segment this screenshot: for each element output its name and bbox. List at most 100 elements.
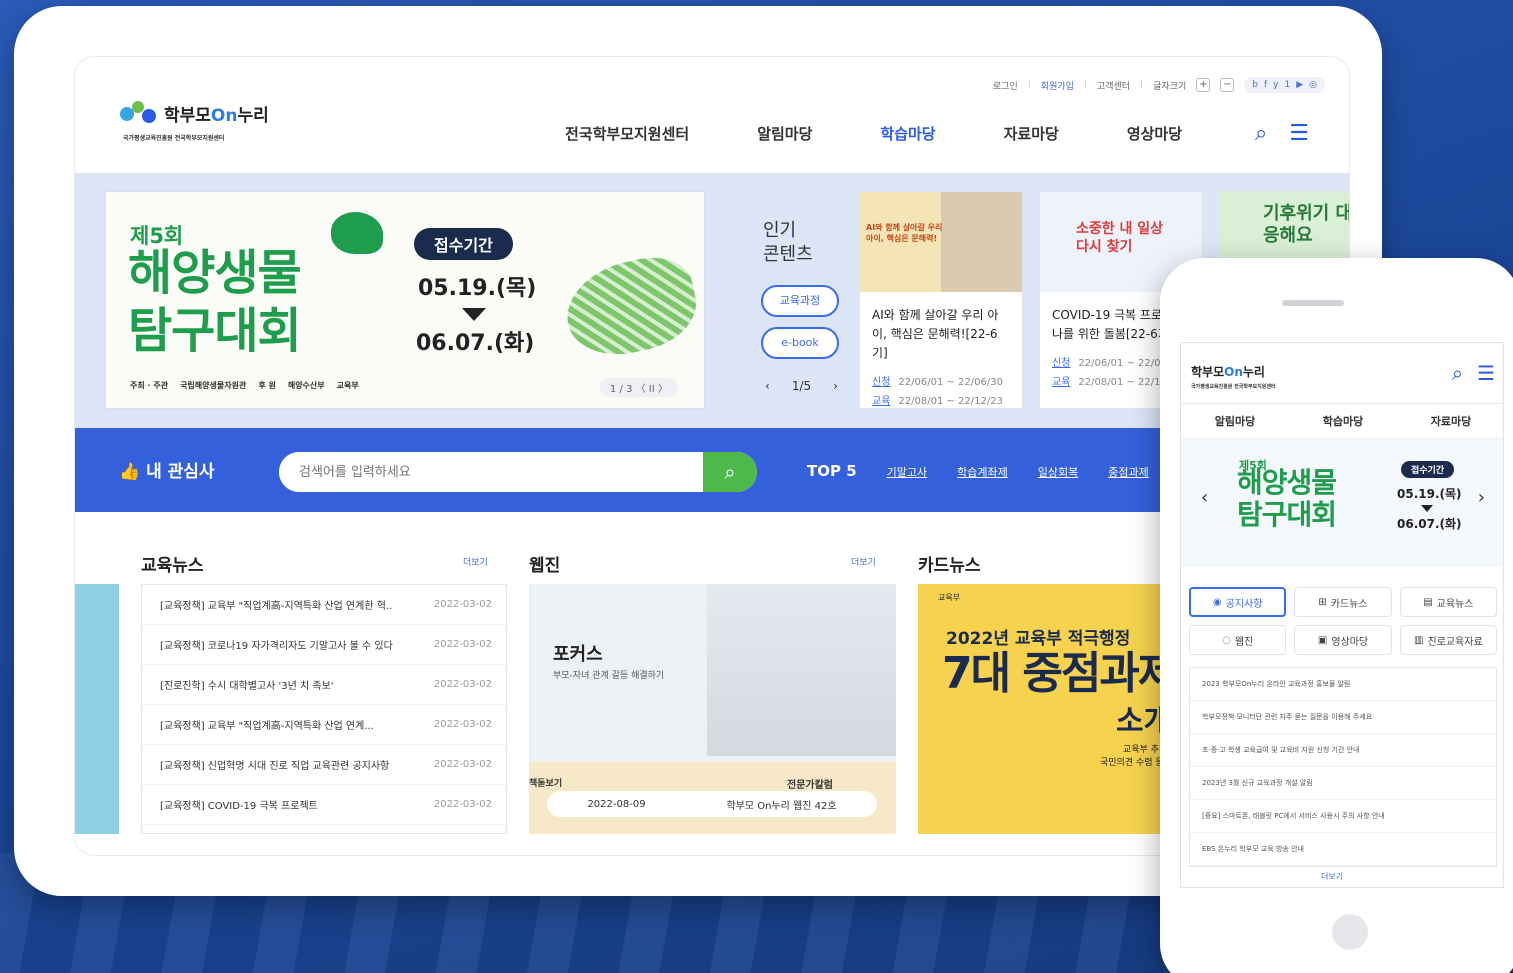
chevron-left-icon[interactable]: ‹ (1201, 487, 1208, 508)
card-news-title: 카드뉴스 (918, 556, 981, 576)
login-link[interactable]: 로그인 (993, 79, 1018, 92)
phone-logo-subtitle: 국가평생교육진흥원 전국학부모지원센터 (1191, 384, 1276, 390)
list-item[interactable]: 2023 학부모On누리 온라인 교육과정 홍보물 알림 (1190, 668, 1496, 701)
separator: | (1083, 80, 1087, 90)
list-item[interactable]: EBS 온누리 학부모 교육 방송 안내 (1190, 833, 1496, 866)
logo-mark-icon (120, 99, 158, 127)
tab-webzine[interactable]: ◌ 웹진 (1189, 625, 1287, 655)
twitter-icon[interactable]: y (1273, 80, 1278, 90)
dolphin-illustration (331, 212, 383, 254)
phone-banner-date-start: 05.19.(목) (1397, 487, 1462, 501)
search-icon[interactable]: ⌕ (1255, 121, 1267, 146)
keyword-link[interactable]: 일상회복 (1038, 464, 1078, 480)
utility-bar: 로그인 | 회원가입 | 고객센터 | 글자크기 + − b f y 1 ▶ ◎ (993, 77, 1325, 93)
top5-keywords: TOP 5 기말고사 학습계좌제 일상회복 중점과제 (807, 462, 1149, 480)
list-item[interactable]: [교육정책] 교육부 "직업계高-지역특화 산업 연계한 혁.. 2022-03-… (142, 585, 506, 625)
search-box: ⌕ (279, 452, 757, 492)
phone-logo[interactable]: 학부모On누리 (1191, 363, 1265, 380)
phone-banner-badge: 접수기간 (1401, 461, 1455, 478)
card-meta: 신청 22/06/01 ~ 22/06/30 교육 22/08/01 ~ 22/12… (872, 377, 1003, 407)
list-item[interactable]: [진로진학] 수시 대학별고사 '3년 치 족보' 2022-03-02 (142, 665, 506, 705)
tablet-screen: 로그인 | 회원가입 | 고객센터 | 글자크기 + − b f y 1 ▶ ◎ (74, 56, 1350, 856)
pill-curriculum[interactable]: 교육과정 (761, 285, 839, 317)
phone-notice-list: 2023 학부모On누리 온라인 교육과정 홍보물 알림 학부모정책 모니터단 … (1189, 667, 1497, 867)
search-icon: ⌕ (724, 460, 736, 484)
font-minus-button[interactable]: − (1220, 78, 1235, 92)
webzine-issue-bar: 2022-08-09 학부모 On누리 웹진 42호 (547, 791, 877, 817)
list-item[interactable]: 2023년 3월 신규 교육과정 개설 알림 (1190, 767, 1496, 800)
list-item[interactable]: [교육정책] 신업혁명 시대 진로 직업 교육관련 공지사항 2022-03-02 (142, 745, 506, 785)
nav-item-notice[interactable]: 알림마당 (757, 123, 812, 144)
phone-screen: 학부모On누리 국가평생교육진흥원 전국학부모지원센터 ⌕ ☰ 알림마당 학습마… (1180, 342, 1504, 888)
nav-item-learning[interactable]: 학습마당 (880, 123, 935, 144)
phone-banner-title: 해양생물 탐구대회 (1237, 466, 1337, 531)
news-icon: ▤ (1423, 596, 1433, 608)
webzine-focus: 포커스 (553, 644, 603, 665)
font-plus-button[interactable]: + (1196, 78, 1211, 92)
join-link[interactable]: 회원가입 (1041, 79, 1074, 92)
thumbs-up-icon: 👍 (119, 462, 147, 482)
separator: | (1027, 80, 1031, 90)
list-item[interactable]: 학부모정책 모니터단 관련 자주 묻는 질문을 이용해 주세요 (1190, 701, 1496, 734)
list-item[interactable]: [교육정책] 교육부 "직업계高-지역특화 산업 연계... 2022-03-02 (142, 705, 506, 745)
keyword-link[interactable]: 학습계좌제 (957, 464, 1008, 480)
list-item[interactable]: [교육정책] COVID-19 극복 프로젝트 2022-03-02 (142, 785, 506, 825)
chevron-right-icon[interactable]: › (1478, 487, 1485, 508)
phone-nav-item[interactable]: 자료마당 (1431, 413, 1471, 429)
phone-nav-item[interactable]: 학습마당 (1323, 413, 1363, 429)
home-button[interactable] (1332, 914, 1368, 950)
keyword-link[interactable]: 중점과제 (1108, 464, 1148, 480)
interest-label: 👍 내 관심사 (119, 462, 215, 482)
banner-date-end: 06.07.(화) (416, 331, 535, 356)
menu-icon[interactable]: ☰ (1289, 121, 1309, 146)
card-news-headline: 2022년 교육부 적극행정 (946, 629, 1131, 649)
list-item[interactable]: [중요] 스마트폰, 태블릿 PC에서 서비스 사용시 주의 사항 안내 (1190, 800, 1496, 833)
edu-news-list: [교육정책] 교육부 "직업계高-지역특화 산업 연계한 혁.. 2022-03-… (141, 584, 507, 834)
next-arrow-icon[interactable]: › (833, 379, 838, 393)
tab-card-news[interactable]: ⊞ 카드뉴스 (1294, 587, 1392, 617)
header-icons: ⌕ ☰ (1255, 121, 1309, 146)
pill-ebook[interactable]: e-book (761, 327, 839, 359)
facebook-icon[interactable]: f (1264, 80, 1267, 90)
grid-icon: ⊞ (1318, 596, 1327, 608)
card-news-card[interactable]: 교육부 2022년 교육부 적극행정 7대 중점과제 소개 교육부 추진 국민의… (918, 584, 1178, 834)
ministry-label: 교육부 (938, 593, 961, 602)
phone-nav: 알림마당 학습마당 자료마당 (1181, 403, 1503, 437)
phone-banner[interactable]: ‹ 제5회 해양생물 탐구대회 접수기간 05.19.(목) 06.07.(화) … (1181, 437, 1503, 567)
prev-arrow-icon[interactable]: ‹ (765, 379, 770, 393)
logo-title: 학부모On누리 (164, 105, 269, 126)
phone-nav-item[interactable]: 알림마당 (1215, 413, 1255, 429)
instagram-icon[interactable]: ◎ (1309, 80, 1317, 90)
main-banner[interactable]: 제5회 해양생물 탐구대회 접수기간 05.19.(목) 06.07.(화) 주최… (105, 191, 705, 409)
webzine-card[interactable]: 포커스 부모-자녀 관계 갈등 해결하기 책돋보기 전문가칼럼 2022-08-… (529, 584, 896, 834)
tab-video[interactable]: ▣ 영상마당 (1294, 625, 1392, 655)
search-button[interactable]: ⌕ (703, 452, 757, 492)
site-logo[interactable]: 학부모On누리 국가평생교육진흥원 전국학부모지원센터 (120, 99, 269, 142)
phone-more-link[interactable]: 더보기 (1321, 871, 1343, 882)
list-item[interactable]: 초·중·고 학생 교육급여 및 교육비 지원 신청 기간 안내 (1190, 734, 1496, 767)
tab-edu-news[interactable]: ▤ 교육뉴스 (1399, 587, 1497, 617)
nav-item-resources[interactable]: 자료마당 (1004, 123, 1059, 144)
banner-pager[interactable]: 1 / 3 〈 II 〉 (600, 378, 678, 397)
social-links: b f y 1 ▶ ◎ (1244, 77, 1325, 93)
tab-career[interactable]: ▥ 진로교육자료 (1399, 625, 1497, 655)
search-icon[interactable]: ⌕ (1452, 361, 1463, 385)
content-card[interactable]: AI와 함께 살아갈 우리 아이, 핵심은 문해력! AI와 함께 살아갈 우리… (859, 191, 1023, 409)
separator: | (1140, 80, 1144, 90)
list-item[interactable]: [교육정책] 코로나19 자가격리자도 기말고사 볼 수 있다 2022-03-0… (142, 625, 506, 665)
blog-icon[interactable]: b (1252, 80, 1258, 90)
nav-item-support-center[interactable]: 전국학부모지원센터 (565, 123, 689, 144)
channel-icon[interactable]: 1 (1284, 80, 1290, 90)
search-input[interactable] (279, 452, 699, 492)
tab-notice[interactable]: ◉ 공지사항 (1189, 587, 1287, 617)
keyword-link[interactable]: 기말고사 (887, 464, 927, 480)
webzine-more-link[interactable]: 더보기 (851, 555, 876, 568)
whale-illustration (558, 249, 704, 365)
customer-center-link[interactable]: 고객센터 (1097, 79, 1130, 92)
edu-news-more-link[interactable]: 더보기 (463, 555, 488, 568)
interest-search-bar: 👍 내 관심사 ⌕ TOP 5 기말고사 학습계좌제 일상회복 중점과제 (75, 428, 1349, 512)
menu-icon[interactable]: ☰ (1477, 361, 1495, 385)
youtube-icon[interactable]: ▶ (1296, 80, 1303, 90)
nav-item-video[interactable]: 영상마당 (1127, 123, 1182, 144)
card-news-big: 7대 중점과제 (942, 648, 1178, 699)
